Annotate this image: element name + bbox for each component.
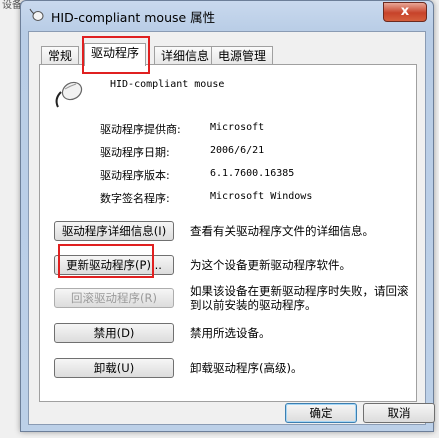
rollback-driver-desc: 如果该设备在更新驱动程序时失败，请回滚到以前安装的驱动程序。 [190,284,409,312]
rollback-driver-button[interactable]: 回滚驱动程序(R) [54,288,174,308]
mouse-title-icon [29,8,44,21]
disable-desc: 禁用所选设备。 [190,326,271,340]
uninstall-button[interactable]: 卸载(U) [54,358,174,378]
driver-details-desc: 查看有关驱动程序文件的详细信息。 [190,224,374,238]
version-label: 驱动程序版本: [100,169,170,182]
disable-button[interactable]: 禁用(D) [54,323,174,343]
tab-general[interactable]: 常规 [41,46,80,65]
window-title: HID-compliant mouse 属性 [51,10,216,25]
signer-value: Microsoft Windows [210,191,313,202]
provider-value: Microsoft [210,122,265,133]
tab-details[interactable]: 详细信息 [154,46,217,65]
provider-label: 驱动程序提供商: [100,123,181,136]
version-value: 6.1.7600.16385 [210,168,295,179]
mouse-icon [55,81,83,108]
properties-dialog: HID-compliant mouse 属性 x 常规 驱动程序 详细信息 电源… [20,0,435,432]
ok-button[interactable]: 确定 [285,403,357,423]
driver-tab-page: HID-compliant mouse 驱动程序提供商: Microsoft 驱… [39,64,417,402]
date-value: 2006/6/21 [210,145,265,156]
cancel-button[interactable]: 取消 [363,403,435,423]
driver-details-button[interactable]: 驱动程序详细信息(I) [54,221,174,241]
title-bar[interactable]: HID-compliant mouse 属性 x [21,1,433,29]
device-name: HID-compliant mouse [110,79,225,90]
dialog-client: 常规 驱动程序 详细信息 电源管理 HID-compliant mouse 驱动… [28,31,435,425]
date-label: 驱动程序日期: [100,146,170,159]
update-driver-button[interactable]: 更新驱动程序(P)... [54,255,174,275]
signer-label: 数字签名程序: [100,192,170,205]
tab-driver[interactable]: 驱动程序 [84,43,147,66]
update-driver-desc: 为这个设备更新驱动程序软件。 [190,258,351,272]
uninstall-desc: 卸载驱动程序(高级)。 [190,361,303,375]
tab-power[interactable]: 电源管理 [211,46,274,65]
close-button[interactable]: x [383,2,427,22]
